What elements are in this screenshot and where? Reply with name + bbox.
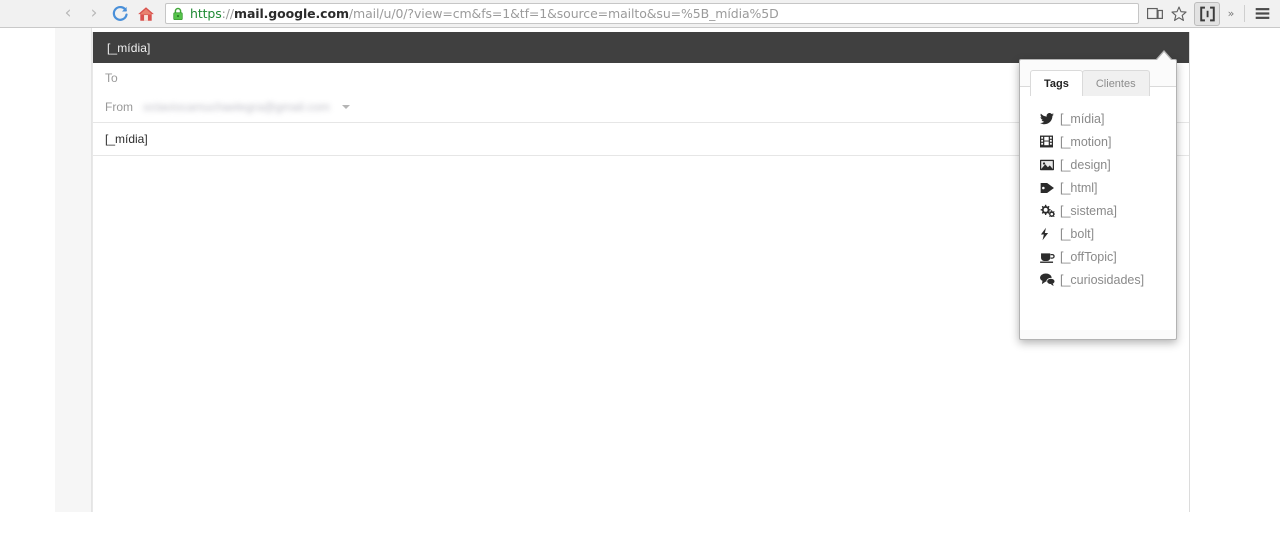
url-separator: :// xyxy=(221,6,235,21)
popup-tab-bar: Tags Clientes xyxy=(1020,60,1176,96)
tag-label: [_design] xyxy=(1060,157,1111,172)
tag-label: [_html] xyxy=(1060,180,1098,195)
twitter-bird-icon xyxy=(1040,112,1056,126)
back-button[interactable]: ‹ xyxy=(55,1,81,27)
list-item[interactable]: [_offTopic] xyxy=(1020,245,1176,268)
url-scheme: https xyxy=(190,6,222,21)
address-bar-url: https://mail.google.com/mail/u/0/?view=c… xyxy=(190,6,779,21)
tag-label: [_mídia] xyxy=(1060,111,1105,126)
list-item[interactable]: [_sistema] xyxy=(1020,199,1176,222)
tab-tags[interactable]: Tags xyxy=(1030,70,1083,96)
to-field-label: To xyxy=(105,70,118,85)
subject-input[interactable]: [_mídia] xyxy=(105,132,148,146)
tag-label: [_motion] xyxy=(1060,134,1112,149)
reload-icon xyxy=(112,5,128,21)
list-item[interactable]: [_bolt] xyxy=(1020,222,1176,245)
forward-arrow-icon: › xyxy=(90,3,98,23)
from-field-value: octaviocamuchaelegra@gmail.com xyxy=(143,99,330,114)
url-path: /mail/u/0/?view=cm&fs=1&tf=1&source=mail… xyxy=(348,6,779,21)
home-icon xyxy=(138,6,154,21)
tag-label: [_curiosidades] xyxy=(1060,272,1145,287)
secure-lock-icon xyxy=(173,7,183,20)
cogs-gears-icon xyxy=(1040,204,1056,218)
reload-button[interactable] xyxy=(107,1,133,27)
picture-image-icon xyxy=(1040,158,1056,172)
tab-clientes[interactable]: Clientes xyxy=(1081,70,1150,96)
url-host: mail.google.com xyxy=(234,6,349,21)
address-bar[interactable]: https://mail.google.com/mail/u/0/?view=c… xyxy=(165,3,1139,24)
from-field-label: From xyxy=(105,99,133,114)
back-arrow-icon: ‹ xyxy=(64,3,72,23)
tag-label: [_bolt] xyxy=(1060,226,1095,241)
coffee-cup-icon xyxy=(1040,250,1056,264)
mobile-device-icon xyxy=(1147,7,1163,19)
tag-label: [_offTopic] xyxy=(1060,249,1117,264)
tab-tags-label: Tags xyxy=(1044,78,1069,90)
bookmark-star-button[interactable] xyxy=(1167,2,1191,26)
browser-toolbar: ‹ › https://mail.google.com/mail/u/0/?vi… xyxy=(0,0,1280,28)
toolbar-overflow-button[interactable]: » xyxy=(1223,7,1239,20)
price-tag-icon xyxy=(1040,181,1056,195)
extension-popup: Tags Clientes [_mídia] [_motion] [_desig… xyxy=(1019,59,1177,340)
browser-menu-button[interactable] xyxy=(1250,2,1274,26)
page-left-gutter xyxy=(55,28,92,512)
compose-header-title: [_mídia] xyxy=(107,40,151,55)
star-icon xyxy=(1171,5,1187,21)
toolbar-actions: » xyxy=(1143,1,1280,27)
chevron-down-icon[interactable] xyxy=(341,104,350,109)
brackets-extension-icon xyxy=(1199,6,1215,21)
tab-clientes-label: Clientes xyxy=(1095,78,1136,90)
lightning-bolt-icon xyxy=(1040,227,1056,241)
list-item[interactable]: [_motion] xyxy=(1020,130,1176,153)
forward-button[interactable]: › xyxy=(81,1,107,27)
mobile-device-button[interactable] xyxy=(1143,2,1167,26)
page-viewport: [_mídia] To From octaviocamuchaelegra@gm… xyxy=(0,28,1280,542)
toolbar-divider xyxy=(1244,5,1245,22)
film-strip-icon xyxy=(1040,135,1056,149)
list-item[interactable]: [_html] xyxy=(1020,176,1176,199)
list-item[interactable]: [_curiosidades] xyxy=(1020,268,1176,291)
hamburger-menu-icon xyxy=(1255,8,1269,19)
home-button[interactable] xyxy=(133,1,159,27)
list-item[interactable]: [_mídia] xyxy=(1020,107,1176,130)
popup-tags-panel: [_mídia] [_motion] [_design] [_html] [_s… xyxy=(1020,87,1176,330)
brackets-extension-button[interactable] xyxy=(1194,1,1220,26)
list-item[interactable]: [_design] xyxy=(1020,153,1176,176)
tag-label: [_sistema] xyxy=(1060,203,1117,218)
popup-arrow-fill xyxy=(1157,52,1171,60)
comments-bubbles-icon xyxy=(1040,273,1056,287)
